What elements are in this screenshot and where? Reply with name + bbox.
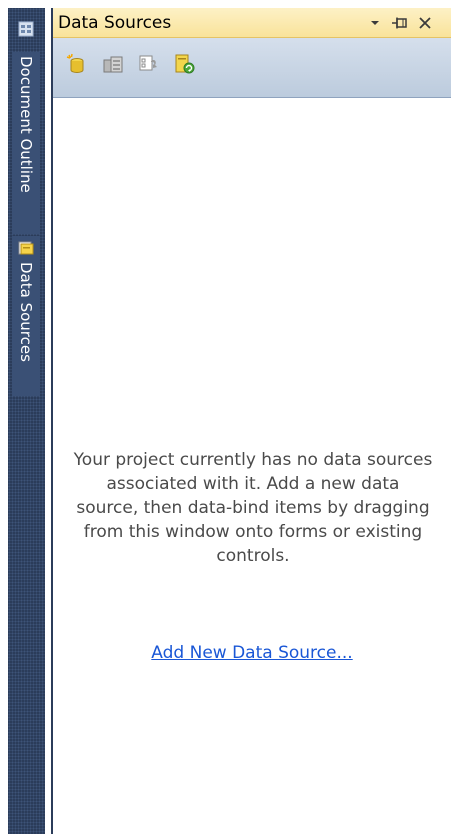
data-sources-window: Document Outline Data Sources Data Sourc…: [0, 0, 451, 834]
configure-dataset-button[interactable]: [137, 52, 161, 76]
add-data-source-icon: [66, 53, 84, 74]
panel-title: Data Sources: [58, 13, 172, 33]
refresh-icon: [175, 54, 195, 74]
add-new-data-source-link[interactable]: Add New Data Source...: [53, 643, 451, 663]
empty-state-message: Your project currently has no data sourc…: [73, 450, 433, 566]
tab-document-outline[interactable]: Document Outline: [12, 52, 40, 234]
panel-titlebar[interactable]: Data Sources: [53, 8, 451, 38]
data-sources-icon: [18, 241, 34, 255]
data-sources-panel: Data Sources Your project currently has …: [51, 8, 451, 834]
window-position-button[interactable]: [367, 14, 383, 32]
tab-data-sources[interactable]: Data Sources: [12, 236, 40, 396]
pin-icon: [392, 17, 407, 29]
close-button[interactable]: [415, 14, 435, 32]
configure-dataset-icon: [139, 55, 157, 71]
edit-dataset-icon: [103, 56, 123, 73]
tab-document-outline-label: Document Outline: [17, 56, 35, 193]
toolbox-icon[interactable]: [18, 21, 34, 37]
refresh-button[interactable]: [173, 52, 197, 76]
auto-hide-pin-button[interactable]: [389, 14, 411, 32]
add-new-data-source-button[interactable]: [65, 52, 89, 76]
panel-toolbar: [53, 38, 451, 98]
close-icon: [419, 17, 431, 29]
chevron-down-icon: [371, 21, 379, 25]
edit-dataset-button[interactable]: [101, 52, 125, 76]
panel-content: Your project currently has no data sourc…: [53, 98, 451, 834]
auto-hide-tab-strip: Document Outline Data Sources: [8, 8, 45, 834]
tab-data-sources-label: Data Sources: [17, 262, 35, 362]
